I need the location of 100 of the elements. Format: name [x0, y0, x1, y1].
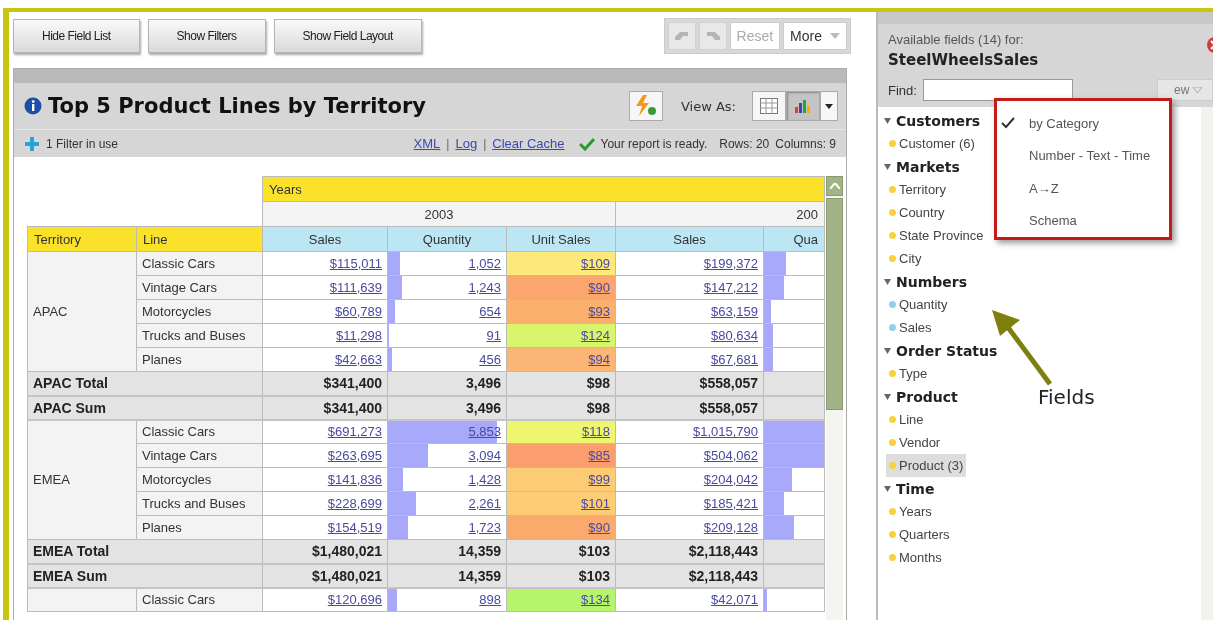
row-header: EMEA: [27, 419, 137, 540]
column-header: Territory: [27, 226, 137, 252]
table-link[interactable]: $90: [588, 520, 610, 535]
table-cell: 3,496: [387, 395, 507, 420]
column-header: 2003: [262, 201, 616, 227]
dropdown-button[interactable]: [820, 91, 838, 121]
table-link[interactable]: 1,052: [468, 256, 501, 271]
table-link[interactable]: $85: [588, 448, 610, 463]
field-item[interactable]: Customer (6): [886, 132, 978, 155]
find-label: Find:: [888, 82, 917, 98]
table-link[interactable]: $94: [588, 352, 610, 367]
column-header: Quantity: [387, 226, 507, 252]
column-count: Columns: 9: [775, 136, 836, 151]
field-item[interactable]: City: [886, 247, 925, 270]
expand-triangle-icon[interactable]: [884, 485, 891, 492]
view-mode-button[interactable]: [752, 91, 786, 121]
table-link[interactable]: $118: [582, 424, 610, 440]
report-link[interactable]: XML: [413, 136, 441, 151]
row-header: Vintage Cars: [136, 275, 263, 300]
column-header: Line: [136, 226, 263, 252]
row-header: Vintage Cars: [136, 443, 263, 468]
menu-item[interactable]: A→Z: [997, 172, 1169, 205]
total-label: APAC Sum: [27, 395, 263, 420]
table-link[interactable]: $101: [581, 496, 610, 511]
table-link[interactable]: $109: [581, 256, 610, 271]
field-item[interactable]: Quantity: [886, 293, 951, 316]
find-field[interactable]: [922, 79, 1073, 101]
row-header: Trucks and Buses: [136, 491, 263, 516]
refresh-button[interactable]: [628, 91, 663, 121]
field-item[interactable]: Vendor: [886, 431, 944, 454]
table-link[interactable]: $134: [581, 592, 610, 608]
toolbar-button[interactable]: Show Filters: [147, 19, 266, 53]
toolbar-button[interactable]: Show Field Layout: [273, 19, 422, 53]
hand-icon: [704, 29, 721, 43]
table-link[interactable]: 3,094: [468, 448, 501, 463]
view-as-label: View As:: [680, 98, 736, 114]
scrollbar[interactable]: [826, 176, 843, 620]
expand-triangle-icon[interactable]: [884, 117, 891, 124]
field-item[interactable]: Years: [886, 500, 935, 523]
table-link[interactable]: $93: [588, 304, 610, 319]
expand-triangle-icon[interactable]: [884, 163, 891, 170]
report-link[interactable]: Log: [455, 136, 478, 151]
more-button[interactable]: More: [783, 22, 847, 50]
row-header: Classic Cars: [136, 419, 263, 444]
field-item[interactable]: Months: [886, 546, 945, 569]
expand-triangle-icon[interactable]: [884, 278, 891, 285]
field-item[interactable]: Sales: [886, 316, 935, 339]
caret-icon: [830, 33, 840, 39]
field-item[interactable]: Country: [886, 201, 948, 224]
table-link[interactable]: 1,243: [468, 280, 501, 295]
view-mode-button[interactable]: [786, 91, 820, 121]
table-cell: $98: [506, 395, 616, 420]
table-link[interactable]: 2,261: [468, 496, 501, 511]
table-link[interactable]: $67,681: [711, 352, 758, 367]
table-link[interactable]: 91: [486, 328, 501, 343]
field-item[interactable]: Type: [886, 362, 931, 385]
table-link[interactable]: $99: [588, 472, 610, 487]
table-cell: $2,118,443: [615, 539, 764, 564]
menu-item[interactable]: Schema: [997, 204, 1169, 237]
row-header: APAC: [27, 251, 137, 372]
table-link[interactable]: $80,634: [711, 328, 758, 343]
category-name: Order Status: [896, 342, 998, 359]
view-button[interactable]: ew: [1157, 79, 1213, 101]
table-link[interactable]: 1,723: [468, 520, 501, 535]
panel-heading: Available fields (14) for:: [888, 32, 1024, 47]
expand-triangle-icon[interactable]: [884, 347, 891, 354]
table-cell: 14,359: [387, 539, 507, 564]
expand-triangle-icon[interactable]: [884, 393, 891, 400]
hand-icon: [673, 29, 690, 43]
category-name: Customers: [896, 112, 981, 129]
field-item[interactable]: Product (3): [886, 454, 967, 477]
menu-item[interactable]: by Category: [997, 107, 1169, 140]
report-title: Top 5 Product Lines by Territory: [48, 94, 426, 118]
table-link[interactable]: 654: [479, 304, 501, 319]
field-item[interactable]: Territory: [886, 178, 949, 201]
check-icon: [578, 136, 595, 151]
field-item[interactable]: Line: [886, 408, 927, 431]
bar-chart-icon: [794, 98, 812, 114]
table-link[interactable]: $63,159: [711, 304, 758, 319]
lightning-icon: [633, 95, 658, 117]
table-link[interactable]: $124: [581, 328, 610, 343]
table-link[interactable]: 456: [479, 352, 501, 367]
row-header: Trucks and Buses: [136, 323, 263, 348]
column-header: Years: [262, 176, 825, 202]
row-header: Classic Cars: [136, 251, 263, 276]
column-header: Sales: [615, 226, 764, 252]
table-link[interactable]: $90: [588, 280, 610, 295]
table-cell: $341,400: [262, 371, 388, 396]
menu-item[interactable]: Number - Text - Time: [997, 139, 1169, 172]
field-item[interactable]: State Province: [886, 224, 987, 247]
table-link[interactable]: 898: [479, 592, 501, 608]
table-cell: $341,400: [262, 395, 388, 420]
column-header: Unit Sales: [506, 226, 616, 252]
column-header: Sales: [262, 226, 388, 252]
separator-text: |: [483, 136, 487, 151]
caret-icon: [1193, 87, 1203, 93]
toolbar-button[interactable]: Hide Field List: [13, 19, 140, 53]
report-link[interactable]: Clear Cache: [492, 136, 565, 151]
table-link[interactable]: 1,428: [468, 472, 501, 487]
field-item[interactable]: Quarters: [886, 523, 953, 546]
